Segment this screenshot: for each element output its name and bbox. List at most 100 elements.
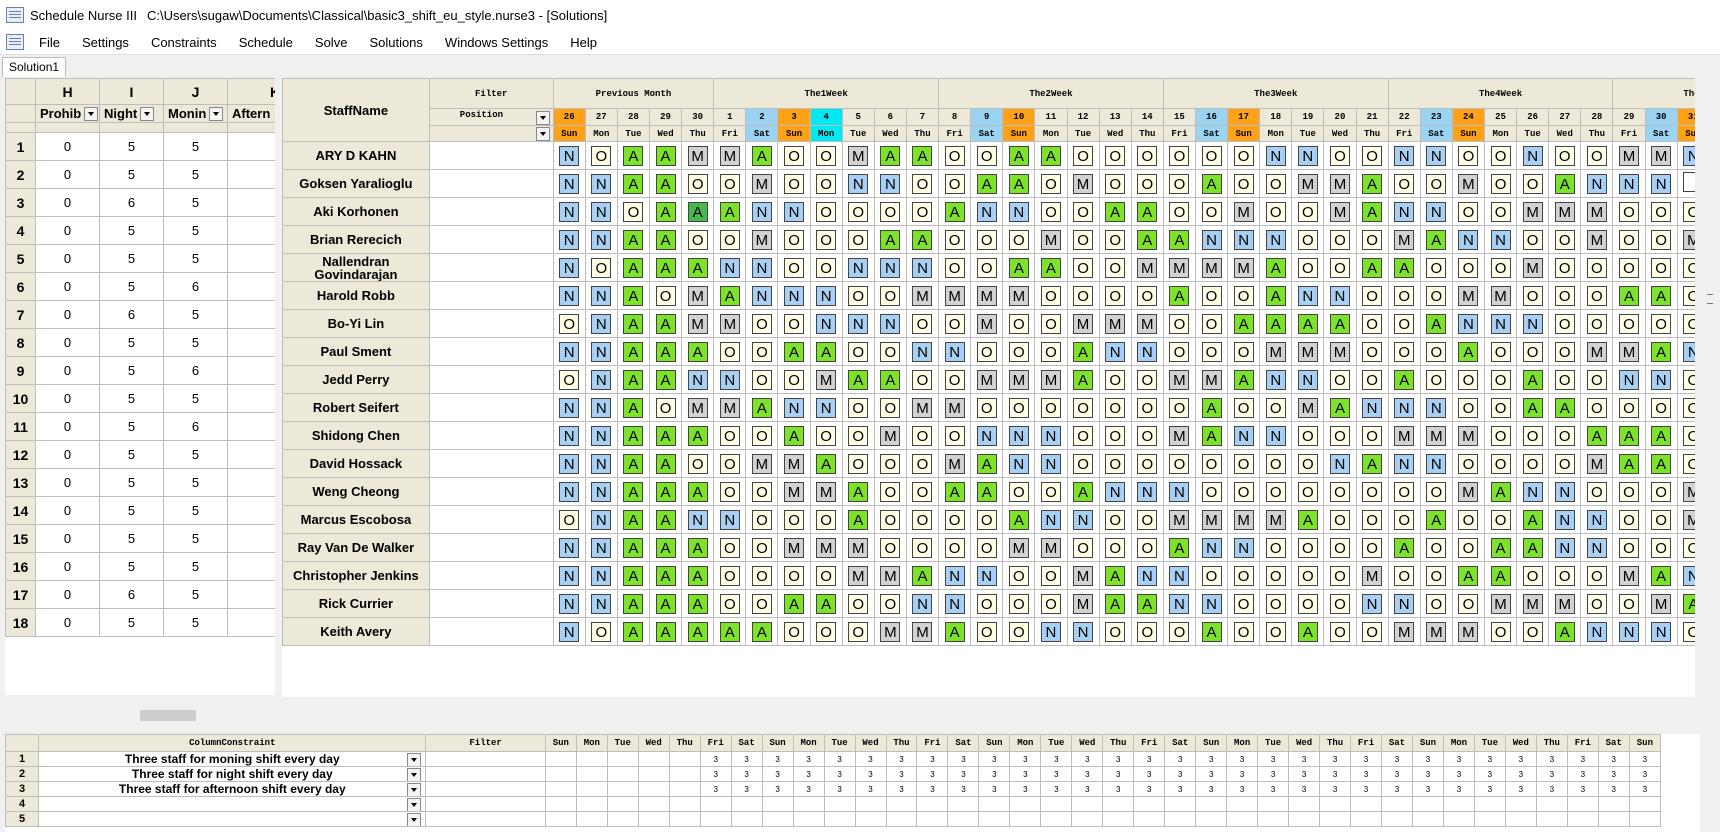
shift-cell[interactable]: O bbox=[1066, 225, 1100, 254]
constraint-value[interactable]: 3 bbox=[854, 781, 887, 797]
menu-help[interactable]: Help bbox=[559, 35, 608, 50]
shift-cell[interactable]: N bbox=[873, 309, 907, 338]
date-header[interactable]: 12 bbox=[1066, 108, 1100, 126]
stat-cell[interactable]: 0 bbox=[35, 244, 100, 273]
date-header[interactable]: 11 bbox=[1034, 108, 1068, 126]
shift-cell[interactable]: O bbox=[1323, 533, 1357, 562]
shift-cell[interactable]: N bbox=[841, 309, 875, 338]
shift-cell[interactable]: A bbox=[648, 477, 683, 506]
shift-cell[interactable]: A bbox=[1387, 365, 1421, 394]
constraint-value[interactable] bbox=[947, 796, 980, 812]
filter-cell[interactable] bbox=[428, 365, 554, 394]
constraint-value[interactable]: 3 bbox=[916, 751, 949, 767]
shift-cell[interactable]: O bbox=[1066, 393, 1100, 422]
shift-cell[interactable]: N bbox=[1580, 505, 1614, 534]
constraint-value[interactable]: 3 bbox=[1504, 766, 1537, 782]
shift-cell[interactable]: A bbox=[648, 225, 683, 254]
shift-cell[interactable]: M bbox=[1098, 309, 1132, 338]
constraint-value[interactable] bbox=[544, 796, 577, 812]
shift-cell[interactable]: M bbox=[1580, 197, 1614, 226]
shift-cell[interactable]: N bbox=[552, 617, 586, 646]
constraint-value[interactable] bbox=[761, 796, 794, 812]
constraint-value[interactable] bbox=[1288, 811, 1321, 827]
dropdown-icon[interactable] bbox=[407, 753, 422, 766]
constraint-value[interactable]: 3 bbox=[1195, 766, 1228, 782]
shift-cell[interactable]: O bbox=[970, 617, 1004, 646]
shift-cell[interactable]: A bbox=[648, 589, 683, 618]
constraint-value[interactable]: 3 bbox=[1628, 766, 1662, 782]
shift-cell[interactable]: O bbox=[1066, 281, 1100, 310]
shift-cell[interactable]: A bbox=[648, 253, 683, 282]
shift-cell[interactable]: O bbox=[1130, 365, 1164, 394]
shift-cell[interactable]: N bbox=[809, 281, 843, 310]
shift-cell[interactable]: M bbox=[1451, 421, 1485, 450]
shift-cell[interactable]: A bbox=[905, 141, 940, 170]
shift-cell[interactable]: N bbox=[552, 337, 586, 366]
shift-cell[interactable]: N bbox=[809, 309, 843, 338]
shift-cell[interactable]: A bbox=[616, 561, 650, 590]
shift-cell[interactable]: O bbox=[1516, 169, 1550, 198]
shift-cell[interactable]: O bbox=[713, 225, 747, 254]
stat-cell[interactable]: 0 bbox=[35, 468, 100, 497]
shift-cell[interactable]: O bbox=[1612, 253, 1646, 282]
constraint-value[interactable] bbox=[1381, 811, 1413, 827]
shift-cell[interactable]: A bbox=[970, 477, 1004, 506]
shift-cell[interactable]: A bbox=[681, 197, 715, 226]
col-header-aftern[interactable]: Aftern bbox=[227, 104, 275, 123]
stat-cell[interactable]: 5 bbox=[163, 496, 228, 525]
shift-cell[interactable]: A bbox=[1516, 505, 1550, 534]
shift-cell[interactable]: M bbox=[745, 169, 779, 198]
shift-cell[interactable]: N bbox=[1259, 365, 1293, 394]
shift-cell[interactable]: N bbox=[1291, 365, 1325, 394]
shift-cell[interactable]: O bbox=[1419, 365, 1453, 394]
shift-cell[interactable]: M bbox=[1066, 589, 1100, 618]
constraint-value[interactable] bbox=[1226, 811, 1259, 827]
shift-cell[interactable]: O bbox=[809, 617, 843, 646]
shift-cell[interactable]: M bbox=[681, 141, 715, 170]
shift-cell[interactable]: N bbox=[1548, 533, 1582, 562]
shift-cell[interactable]: O bbox=[745, 365, 779, 394]
shift-cell[interactable]: O bbox=[1612, 197, 1646, 226]
constraint-value[interactable]: 3 bbox=[730, 751, 763, 767]
shift-cell[interactable]: A bbox=[616, 533, 650, 562]
filter-cell[interactable] bbox=[428, 253, 554, 282]
shift-cell[interactable]: O bbox=[1387, 337, 1421, 366]
shift-cell[interactable]: O bbox=[1034, 337, 1068, 366]
shift-cell[interactable]: O bbox=[1130, 169, 1164, 198]
shift-cell[interactable]: O bbox=[1644, 533, 1678, 562]
shift-cell[interactable]: O bbox=[1548, 225, 1582, 254]
staff-name[interactable]: ARY D KAHN bbox=[282, 141, 430, 170]
constraint-value[interactable] bbox=[544, 781, 577, 797]
constraint-value[interactable] bbox=[978, 811, 1011, 827]
shift-cell[interactable]: A bbox=[681, 617, 715, 646]
dropdown-icon[interactable] bbox=[407, 813, 422, 826]
shift-cell[interactable]: M bbox=[1002, 533, 1036, 562]
shift-cell[interactable]: O bbox=[873, 197, 907, 226]
date-header[interactable]: 6 bbox=[873, 108, 907, 126]
shift-cell[interactable]: A bbox=[970, 169, 1004, 198]
stat-cell[interactable]: 6 bbox=[99, 580, 164, 609]
stat-cell[interactable]: 5 bbox=[99, 216, 164, 245]
date-header[interactable]: 13 bbox=[1098, 108, 1132, 126]
constraint-value[interactable]: 3 bbox=[1009, 766, 1042, 782]
shift-cell[interactable]: O bbox=[873, 589, 907, 618]
shift-cell[interactable]: A bbox=[681, 421, 715, 450]
shift-cell[interactable]: O bbox=[1323, 477, 1357, 506]
shift-cell[interactable]: O bbox=[1227, 561, 1261, 590]
stat-cell[interactable]: 0 bbox=[35, 160, 100, 189]
shift-cell[interactable]: N bbox=[1548, 505, 1582, 534]
shift-cell[interactable]: O bbox=[970, 589, 1004, 618]
shift-cell[interactable]: A bbox=[1227, 309, 1261, 338]
shift-cell[interactable]: O bbox=[1676, 253, 1695, 282]
shift-cell[interactable]: M bbox=[1162, 253, 1196, 282]
shift-cell[interactable]: N bbox=[777, 393, 811, 422]
shift-cell[interactable]: O bbox=[905, 421, 940, 450]
shift-cell[interactable]: A bbox=[1291, 309, 1325, 338]
stat-cell[interactable]: 5 bbox=[163, 216, 228, 245]
shift-cell[interactable]: O bbox=[1098, 141, 1132, 170]
menu-constraints[interactable]: Constraints bbox=[140, 35, 228, 50]
shift-cell[interactable]: M bbox=[1580, 449, 1614, 478]
shift-cell[interactable]: O bbox=[713, 561, 747, 590]
dropdown-icon[interactable] bbox=[209, 107, 224, 122]
shift-cell[interactable]: A bbox=[616, 477, 650, 506]
